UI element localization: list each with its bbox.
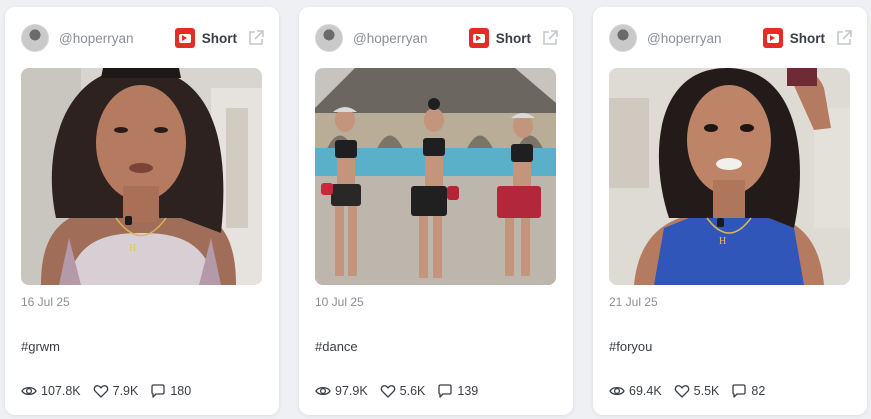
comment-icon <box>732 384 747 398</box>
likes-stat: 5.5K <box>674 383 720 399</box>
video-card[interactable]: @hoperryan Short H 21 Jul 25 #foryou 69.… <box>593 7 867 415</box>
views-stat: 97.9K <box>315 383 368 399</box>
stats-row: 97.9K 5.6K 139 <box>315 383 490 399</box>
external-link-icon[interactable] <box>247 29 265 47</box>
post-date: 16 Jul 25 <box>21 295 70 309</box>
short-badge: Short <box>789 30 825 46</box>
svg-text:H: H <box>719 236 726 247</box>
comments-stat: 82 <box>731 383 765 399</box>
post-date: 21 Jul 25 <box>609 295 658 309</box>
avatar[interactable] <box>609 24 637 52</box>
eye-icon <box>21 386 37 396</box>
short-badge: Short <box>201 30 237 46</box>
creator-handle[interactable]: @hoperryan <box>353 31 469 46</box>
stats-row: 69.4K 5.5K 82 <box>609 383 777 399</box>
video-thumbnail[interactable] <box>315 68 556 285</box>
post-caption: #dance <box>315 339 358 354</box>
views-count: 107.8K <box>41 384 81 398</box>
views-count: 69.4K <box>629 384 662 398</box>
card-header: @hoperryan Short <box>315 23 559 53</box>
likes-count: 7.9K <box>112 384 139 398</box>
youtube-icon <box>468 28 489 48</box>
short-badge: Short <box>495 30 531 46</box>
comments-stat: 139 <box>437 383 478 399</box>
eye-icon <box>609 386 625 396</box>
external-link-icon[interactable] <box>541 29 559 47</box>
views-stat: 69.4K <box>609 383 662 399</box>
comments-stat: 180 <box>150 383 191 399</box>
post-caption: #foryou <box>609 339 653 354</box>
comments-count: 139 <box>457 384 479 398</box>
external-link-icon[interactable] <box>835 29 853 47</box>
card-header: @hoperryan Short <box>609 23 853 53</box>
heart-icon <box>93 385 108 398</box>
stats-row: 107.8K 7.9K 180 <box>21 383 203 399</box>
likes-count: 5.5K <box>693 384 720 398</box>
likes-stat: 5.6K <box>380 383 426 399</box>
video-card[interactable]: @hoperryan Short 10 Jul 25 #dance 97.9K … <box>299 7 573 415</box>
heart-icon <box>674 385 689 398</box>
comment-icon <box>438 384 453 398</box>
views-stat: 107.8K <box>21 383 81 399</box>
video-card[interactable]: @hoperryan Short H 16 Jul 25 #grwm 107.8… <box>5 7 279 415</box>
avatar[interactable] <box>21 24 49 52</box>
youtube-icon <box>174 28 195 48</box>
card-header: @hoperryan Short <box>21 23 265 53</box>
comments-count: 82 <box>751 384 766 398</box>
heart-icon <box>380 385 395 398</box>
comment-icon <box>151 384 165 398</box>
video-thumbnail[interactable]: H <box>21 68 262 285</box>
eye-icon <box>315 386 331 396</box>
likes-stat: 7.9K <box>93 383 139 399</box>
youtube-icon <box>762 28 783 48</box>
post-date: 10 Jul 25 <box>315 295 364 309</box>
svg-text:H: H <box>129 243 136 254</box>
video-thumbnail[interactable]: H <box>609 68 850 285</box>
creator-handle[interactable]: @hoperryan <box>59 31 175 46</box>
likes-count: 5.6K <box>399 384 426 398</box>
creator-handle[interactable]: @hoperryan <box>647 31 763 46</box>
views-count: 97.9K <box>335 384 368 398</box>
post-caption: #grwm <box>21 339 61 354</box>
comments-count: 180 <box>170 384 192 398</box>
avatar[interactable] <box>315 24 343 52</box>
